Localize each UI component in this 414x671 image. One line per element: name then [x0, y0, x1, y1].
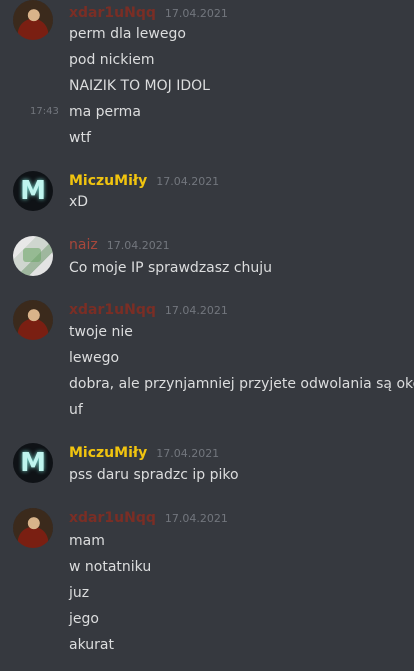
- message-text: twoje nie: [69, 324, 133, 340]
- message-text: ma perma: [69, 104, 141, 120]
- message-header: xdar1uNqq 17.04.2021: [69, 510, 228, 526]
- message-header: naiz 17.04.2021: [69, 237, 170, 253]
- username[interactable]: MiczuMiły: [69, 173, 147, 189]
- user-avatar[interactable]: [13, 0, 53, 40]
- user-avatar[interactable]: M: [13, 171, 53, 211]
- username[interactable]: xdar1uNqq: [69, 302, 156, 318]
- message-date: 17.04.2021: [164, 7, 228, 20]
- message-text: wtf: [69, 130, 91, 146]
- user-avatar[interactable]: M: [13, 443, 53, 483]
- message-text: juz: [69, 585, 90, 601]
- message-text: dobra, ale przynjamniej przyjete odwolan…: [69, 376, 414, 392]
- message-text: w notatniku: [69, 559, 152, 575]
- message-text: Co moje IP sprawdzasz chuju: [69, 260, 273, 276]
- message-text: pod nickiem: [69, 52, 155, 68]
- message-text: lewego: [69, 350, 120, 366]
- user-avatar[interactable]: [13, 508, 53, 548]
- message-date: 17.04.2021: [156, 447, 220, 460]
- user-avatar[interactable]: [13, 236, 53, 276]
- message-list: xdar1uNqq 17.04.2021 perm dla lewego pod…: [0, 0, 414, 671]
- message-header: xdar1uNqq 17.04.2021: [69, 5, 228, 21]
- message-date: 17.04.2021: [106, 239, 170, 252]
- hover-timestamp: 17:43: [30, 106, 59, 117]
- message-header: MiczuMiły 17.04.2021: [69, 445, 219, 461]
- message-text: xD: [69, 194, 89, 210]
- message-text: pss daru spradzc ip piko: [69, 467, 239, 483]
- message-date: 17.04.2021: [164, 304, 228, 317]
- message-date: 17.04.2021: [164, 512, 228, 525]
- message-header: xdar1uNqq 17.04.2021: [69, 302, 228, 318]
- message-header: MiczuMiły 17.04.2021: [69, 173, 219, 189]
- message-text: akurat: [69, 637, 114, 653]
- message-date: 17.04.2021: [156, 175, 220, 188]
- username[interactable]: xdar1uNqq: [69, 510, 156, 526]
- message-text: mam: [69, 533, 105, 549]
- username[interactable]: MiczuMiły: [69, 445, 147, 461]
- message-text: uf: [69, 402, 83, 418]
- username[interactable]: xdar1uNqq: [69, 5, 156, 21]
- user-avatar[interactable]: [13, 300, 53, 340]
- username[interactable]: naiz: [69, 237, 98, 253]
- message-text: perm dla lewego: [69, 26, 186, 42]
- message-text: NAIZIK TO MOJ IDOL: [69, 78, 210, 94]
- message-text: jego: [69, 611, 99, 627]
